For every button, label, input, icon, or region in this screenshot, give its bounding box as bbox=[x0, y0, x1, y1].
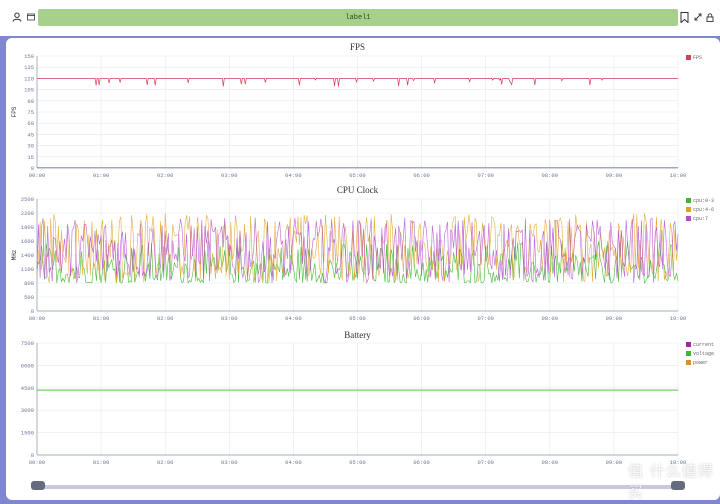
label-field[interactable]: label1 bbox=[38, 9, 678, 26]
user-icon[interactable] bbox=[10, 10, 24, 24]
x-tick-label: 09:00 bbox=[606, 459, 623, 466]
y-tick-label: 3000 bbox=[21, 407, 34, 414]
y-tick-label: 0 bbox=[31, 452, 34, 459]
y-tick-label: 120 bbox=[24, 75, 34, 82]
legend-label: cpu:0-3 bbox=[693, 198, 714, 204]
x-tick-label: 04:00 bbox=[285, 459, 302, 466]
y-tick-label: 90 bbox=[27, 98, 34, 105]
y-tick-label: 1400 bbox=[21, 252, 34, 259]
legend-swatch bbox=[686, 207, 691, 212]
x-tick-label: 03:00 bbox=[221, 172, 238, 179]
x-tick-label: 06:00 bbox=[413, 315, 430, 322]
x-tick-label: 09:00 bbox=[606, 172, 623, 179]
top-toolbar: label1 bbox=[0, 0, 720, 36]
y-tick-label: 0 bbox=[31, 308, 34, 315]
x-tick-label: 08:00 bbox=[542, 172, 559, 179]
y-tick-label: 15 bbox=[27, 154, 34, 161]
legend-label: current bbox=[693, 342, 714, 348]
x-tick-label: 00:00 bbox=[29, 459, 46, 466]
y-tick-label: 1600 bbox=[21, 238, 34, 245]
legend-label: cpu:4-6 bbox=[693, 207, 714, 213]
legend-label: FPS bbox=[693, 55, 702, 61]
charts-svg: FPS015304560759010512013515000:00 01:00 02… bbox=[11, 42, 714, 466]
x-tick-label: 01:00 bbox=[93, 459, 110, 466]
y-tick-label: 105 bbox=[24, 87, 34, 94]
y-tick-label: 60 bbox=[27, 120, 34, 127]
y-tick-label: 1100 bbox=[21, 266, 34, 273]
x-tick-label: 07:00 bbox=[477, 459, 494, 466]
y-tick-label: 30 bbox=[27, 143, 34, 150]
bookmark-icon[interactable] bbox=[677, 10, 691, 24]
x-tick-label: 02:00 bbox=[157, 172, 174, 179]
legend-swatch bbox=[686, 360, 691, 365]
y-tick-label: 2500 bbox=[21, 196, 34, 203]
x-tick-label: 08:00 bbox=[542, 315, 559, 322]
x-tick-label: 04:00 bbox=[285, 315, 302, 322]
y-tick-label: 500 bbox=[24, 294, 34, 301]
x-tick-label: 05:00 bbox=[349, 172, 366, 179]
y-axis-label: FPS bbox=[11, 106, 18, 117]
y-tick-label: 75 bbox=[27, 109, 34, 116]
y-tick-label: 7500 bbox=[21, 340, 34, 347]
x-tick-label: 00:00 bbox=[29, 315, 46, 322]
legend-swatch bbox=[686, 55, 691, 60]
legend-label: power bbox=[693, 360, 708, 366]
x-tick-label: 05:00 bbox=[349, 459, 366, 466]
y-tick-label: 800 bbox=[24, 280, 34, 287]
chart-title: Battery bbox=[344, 330, 371, 340]
y-tick-label: 135 bbox=[24, 64, 34, 71]
legend-label: cpu:7 bbox=[693, 216, 708, 222]
lock-icon[interactable] bbox=[703, 10, 717, 24]
y-tick-label: 1900 bbox=[21, 224, 34, 231]
x-tick-label: 07:00 bbox=[477, 172, 494, 179]
legend-label: voltage bbox=[693, 351, 714, 357]
chart-title: CPU Clock bbox=[337, 185, 379, 195]
x-tick-label: 03:00 bbox=[221, 315, 238, 322]
legend-swatch bbox=[686, 216, 691, 221]
x-tick-label: 00:00 bbox=[29, 172, 46, 179]
y-axis-label: MHz bbox=[11, 249, 18, 260]
x-tick-label: 06:00 bbox=[413, 459, 430, 466]
charts-panel: FPS 0 15 30 45 60 75 90 105 120 135 150 00:00 01:00 02… bbox=[6, 38, 720, 500]
x-tick-label: 01:00 bbox=[93, 172, 110, 179]
slider-handle-left[interactable] bbox=[31, 481, 45, 490]
y-tick-label: 150 bbox=[24, 53, 34, 60]
x-tick-label: 10:00 bbox=[670, 172, 687, 179]
x-tick-label: 01:00 bbox=[93, 315, 110, 322]
legend-swatch bbox=[686, 198, 691, 203]
x-tick-label: 09:00 bbox=[606, 315, 623, 322]
x-tick-label: 02:00 bbox=[157, 315, 174, 322]
x-tick-label: 10:00 bbox=[670, 315, 687, 322]
x-tick-label: 05:00 bbox=[349, 315, 366, 322]
y-tick-label: 1500 bbox=[21, 430, 34, 437]
y-tick-label: 4500 bbox=[21, 385, 34, 392]
y-tick-label: 0 bbox=[31, 165, 34, 172]
x-tick-label: 04:00 bbox=[285, 172, 302, 179]
x-tick-label: 08:00 bbox=[542, 459, 559, 466]
x-tick-label: 03:00 bbox=[221, 459, 238, 466]
y-tick-label: 2200 bbox=[21, 210, 34, 217]
x-tick-label: 06:00 bbox=[413, 172, 430, 179]
window-icon[interactable] bbox=[24, 10, 38, 24]
legend-swatch bbox=[686, 351, 691, 356]
watermark: 值 什么值得买 bbox=[628, 462, 714, 501]
y-tick-label: 45 bbox=[27, 131, 34, 138]
y-tick-label: 6000 bbox=[21, 362, 34, 369]
chart-title: FPS bbox=[350, 42, 365, 52]
time-range-slider-track[interactable] bbox=[32, 485, 680, 489]
x-tick-label: 07:00 bbox=[477, 315, 494, 322]
x-tick-label: 02:00 bbox=[157, 459, 174, 466]
legend-swatch bbox=[686, 342, 691, 347]
